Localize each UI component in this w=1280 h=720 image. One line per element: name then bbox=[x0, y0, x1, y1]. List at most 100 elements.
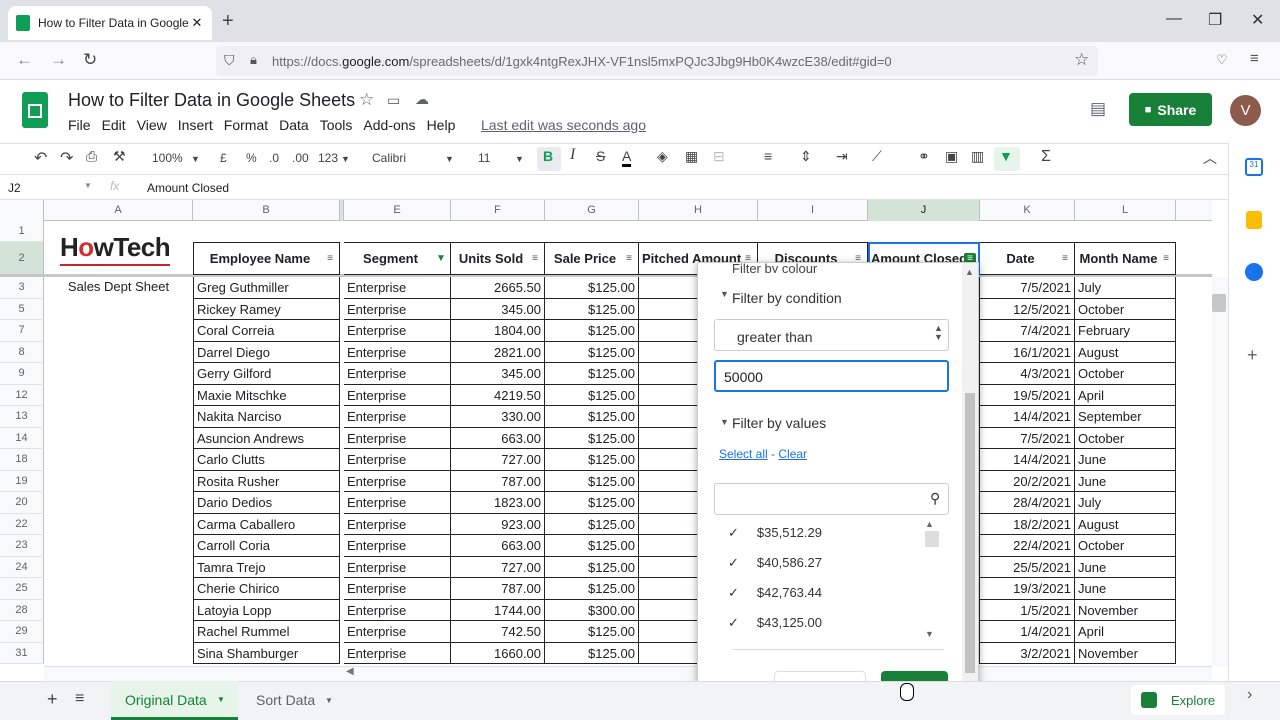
table-cell[interactable]: June bbox=[1075, 449, 1176, 471]
menu-data[interactable]: Data bbox=[279, 117, 309, 133]
row-header[interactable]: 31 bbox=[0, 642, 44, 664]
table-cell[interactable]: November bbox=[1075, 599, 1176, 621]
italic-button[interactable]: I bbox=[570, 146, 575, 164]
table-cell[interactable]: 1804.00 bbox=[451, 320, 545, 342]
forward-icon[interactable]: → bbox=[50, 50, 67, 70]
restore-icon[interactable]: ❐ bbox=[1208, 10, 1222, 30]
table-cell[interactable]: 7/5/2021 bbox=[980, 427, 1075, 449]
functions-icon[interactable]: Σ bbox=[1041, 148, 1051, 166]
table-cell[interactable]: Coral Correia bbox=[193, 320, 340, 342]
more-formats-button[interactable]: 123 bbox=[318, 151, 338, 165]
table-cell[interactable]: 345.00 bbox=[451, 298, 545, 320]
paint-format-icon[interactable]: ⚒ bbox=[113, 148, 126, 165]
sheet-tab-sort-data[interactable]: Sort Data bbox=[256, 692, 315, 708]
table-cell[interactable]: $125.00 bbox=[545, 513, 639, 535]
strikethrough-button[interactable]: S bbox=[596, 148, 605, 164]
hdr-sale-price[interactable]: Sale Price ≡ bbox=[545, 242, 639, 275]
col-header-g[interactable]: G bbox=[545, 200, 639, 221]
list-item[interactable]: ✓ $42,763.44 bbox=[728, 585, 822, 601]
table-cell[interactable]: 787.00 bbox=[451, 578, 545, 600]
table-cell[interactable]: 14/4/2021 bbox=[980, 406, 1075, 428]
menu-view[interactable]: View bbox=[137, 117, 167, 133]
share-button[interactable]: ■ Share bbox=[1129, 93, 1212, 126]
table-cell[interactable]: Carma Caballero bbox=[193, 513, 340, 535]
table-cell[interactable]: Latoyia Lopp bbox=[193, 599, 340, 621]
new-tab-icon[interactable]: + bbox=[222, 10, 234, 33]
table-cell[interactable]: Enterprise bbox=[344, 621, 451, 643]
bookmark-star-icon[interactable]: ☆ bbox=[1074, 50, 1089, 70]
percent-button[interactable]: % bbox=[246, 151, 257, 165]
redo-icon[interactable]: ↷ bbox=[60, 148, 73, 168]
filter-dropdown-icon[interactable]: ≡ bbox=[623, 253, 635, 265]
row-header[interactable]: 12 bbox=[0, 384, 44, 406]
col-header-a[interactable]: A bbox=[44, 200, 193, 221]
col-header-j[interactable]: J bbox=[868, 200, 980, 221]
table-cell[interactable]: October bbox=[1075, 363, 1176, 385]
row-header[interactable]: 2 bbox=[0, 242, 44, 275]
table-cell[interactable]: 1660.00 bbox=[451, 642, 545, 664]
table-cell[interactable]: 4/3/2021 bbox=[980, 363, 1075, 385]
table-cell[interactable]: $125.00 bbox=[545, 427, 639, 449]
table-cell[interactable]: $125.00 bbox=[545, 341, 639, 363]
font-select[interactable]: Calibri bbox=[372, 151, 406, 165]
insert-link-icon[interactable]: ⚭ bbox=[918, 148, 930, 165]
shield-icon[interactable]: ⛉ bbox=[224, 52, 235, 69]
undo-icon[interactable]: ↶ bbox=[34, 148, 47, 168]
table-cell[interactable]: 14/4/2021 bbox=[980, 449, 1075, 471]
name-box[interactable]: J2 bbox=[8, 181, 21, 195]
table-cell[interactable]: 2665.50 bbox=[451, 277, 545, 299]
table-cell[interactable]: Enterprise bbox=[344, 642, 451, 664]
last-edit-link[interactable]: Last edit was seconds ago bbox=[481, 117, 646, 133]
table-cell[interactable]: 663.00 bbox=[451, 535, 545, 557]
table-cell[interactable]: 3/2/2021 bbox=[980, 642, 1075, 664]
table-cell[interactable]: $125.00 bbox=[545, 578, 639, 600]
add-ons-plus-icon[interactable]: + bbox=[1247, 345, 1258, 366]
table-cell[interactable]: 12/5/2021 bbox=[980, 298, 1075, 320]
row-header[interactable]: 18 bbox=[0, 449, 44, 471]
values-search-input[interactable] bbox=[714, 483, 949, 515]
col-header-i[interactable]: I bbox=[758, 200, 868, 221]
table-cell[interactable]: 2821.00 bbox=[451, 341, 545, 363]
table-cell[interactable]: $125.00 bbox=[545, 535, 639, 557]
close-tab-icon[interactable]: ✕ bbox=[190, 15, 204, 31]
list-item[interactable]: ✓ $40,586.27 bbox=[728, 555, 822, 571]
table-cell[interactable]: July bbox=[1075, 492, 1176, 514]
select-all-link[interactable]: Select all bbox=[719, 447, 768, 461]
col-header-f[interactable]: F bbox=[451, 200, 545, 221]
reload-icon[interactable]: ↻ bbox=[83, 50, 97, 70]
menu-edit[interactable]: Edit bbox=[102, 117, 126, 133]
table-cell[interactable]: Enterprise bbox=[344, 298, 451, 320]
table-cell[interactable]: 28/4/2021 bbox=[980, 492, 1075, 514]
increase-decimal-button[interactable]: .00 bbox=[292, 151, 309, 165]
vertical-scrollbar[interactable] bbox=[1212, 278, 1228, 666]
table-cell[interactable]: $125.00 bbox=[545, 621, 639, 643]
table-cell[interactable]: August bbox=[1075, 513, 1176, 535]
list-item[interactable]: ✓ $43,125.00 bbox=[728, 615, 822, 631]
table-cell[interactable]: $125.00 bbox=[545, 384, 639, 406]
add-sheet-icon[interactable]: + bbox=[47, 689, 58, 710]
condition-select[interactable]: greater than bbox=[714, 319, 949, 351]
table-cell[interactable]: 19/5/2021 bbox=[980, 384, 1075, 406]
table-cell[interactable]: $125.00 bbox=[545, 449, 639, 471]
table-cell[interactable]: Darrel Diego bbox=[193, 341, 340, 363]
star-icon[interactable]: ☆ bbox=[359, 90, 374, 110]
table-cell[interactable]: Carlo Clutts bbox=[193, 449, 340, 471]
col-header-e[interactable]: E bbox=[344, 200, 451, 221]
window-close-icon[interactable]: ✕ bbox=[1251, 10, 1264, 30]
table-cell[interactable]: 1823.00 bbox=[451, 492, 545, 514]
text-wrap-icon[interactable]: ⇥ bbox=[836, 148, 848, 165]
table-cell[interactable]: Maxie Mitschke bbox=[193, 384, 340, 406]
explore-button[interactable]: Explore bbox=[1131, 685, 1225, 715]
filter-dropdown-icon[interactable]: ≡ bbox=[1059, 253, 1071, 265]
merge-cells-icon[interactable]: ⊟ bbox=[713, 148, 725, 165]
calendar-icon[interactable]: 31 bbox=[1245, 158, 1263, 176]
chevron-down-icon[interactable]: ▼ bbox=[217, 695, 225, 704]
all-sheets-icon[interactable]: ≡ bbox=[75, 690, 84, 708]
table-cell[interactable]: Rachel Rummel bbox=[193, 621, 340, 643]
lock-icon[interactable]: 🔒︎ bbox=[250, 52, 257, 68]
col-header-h[interactable]: H bbox=[639, 200, 758, 221]
table-cell[interactable]: Enterprise bbox=[344, 470, 451, 492]
table-cell[interactable]: 923.00 bbox=[451, 513, 545, 535]
fill-color-icon[interactable]: ◈ bbox=[657, 148, 668, 165]
row-header[interactable]: 14 bbox=[0, 427, 44, 449]
